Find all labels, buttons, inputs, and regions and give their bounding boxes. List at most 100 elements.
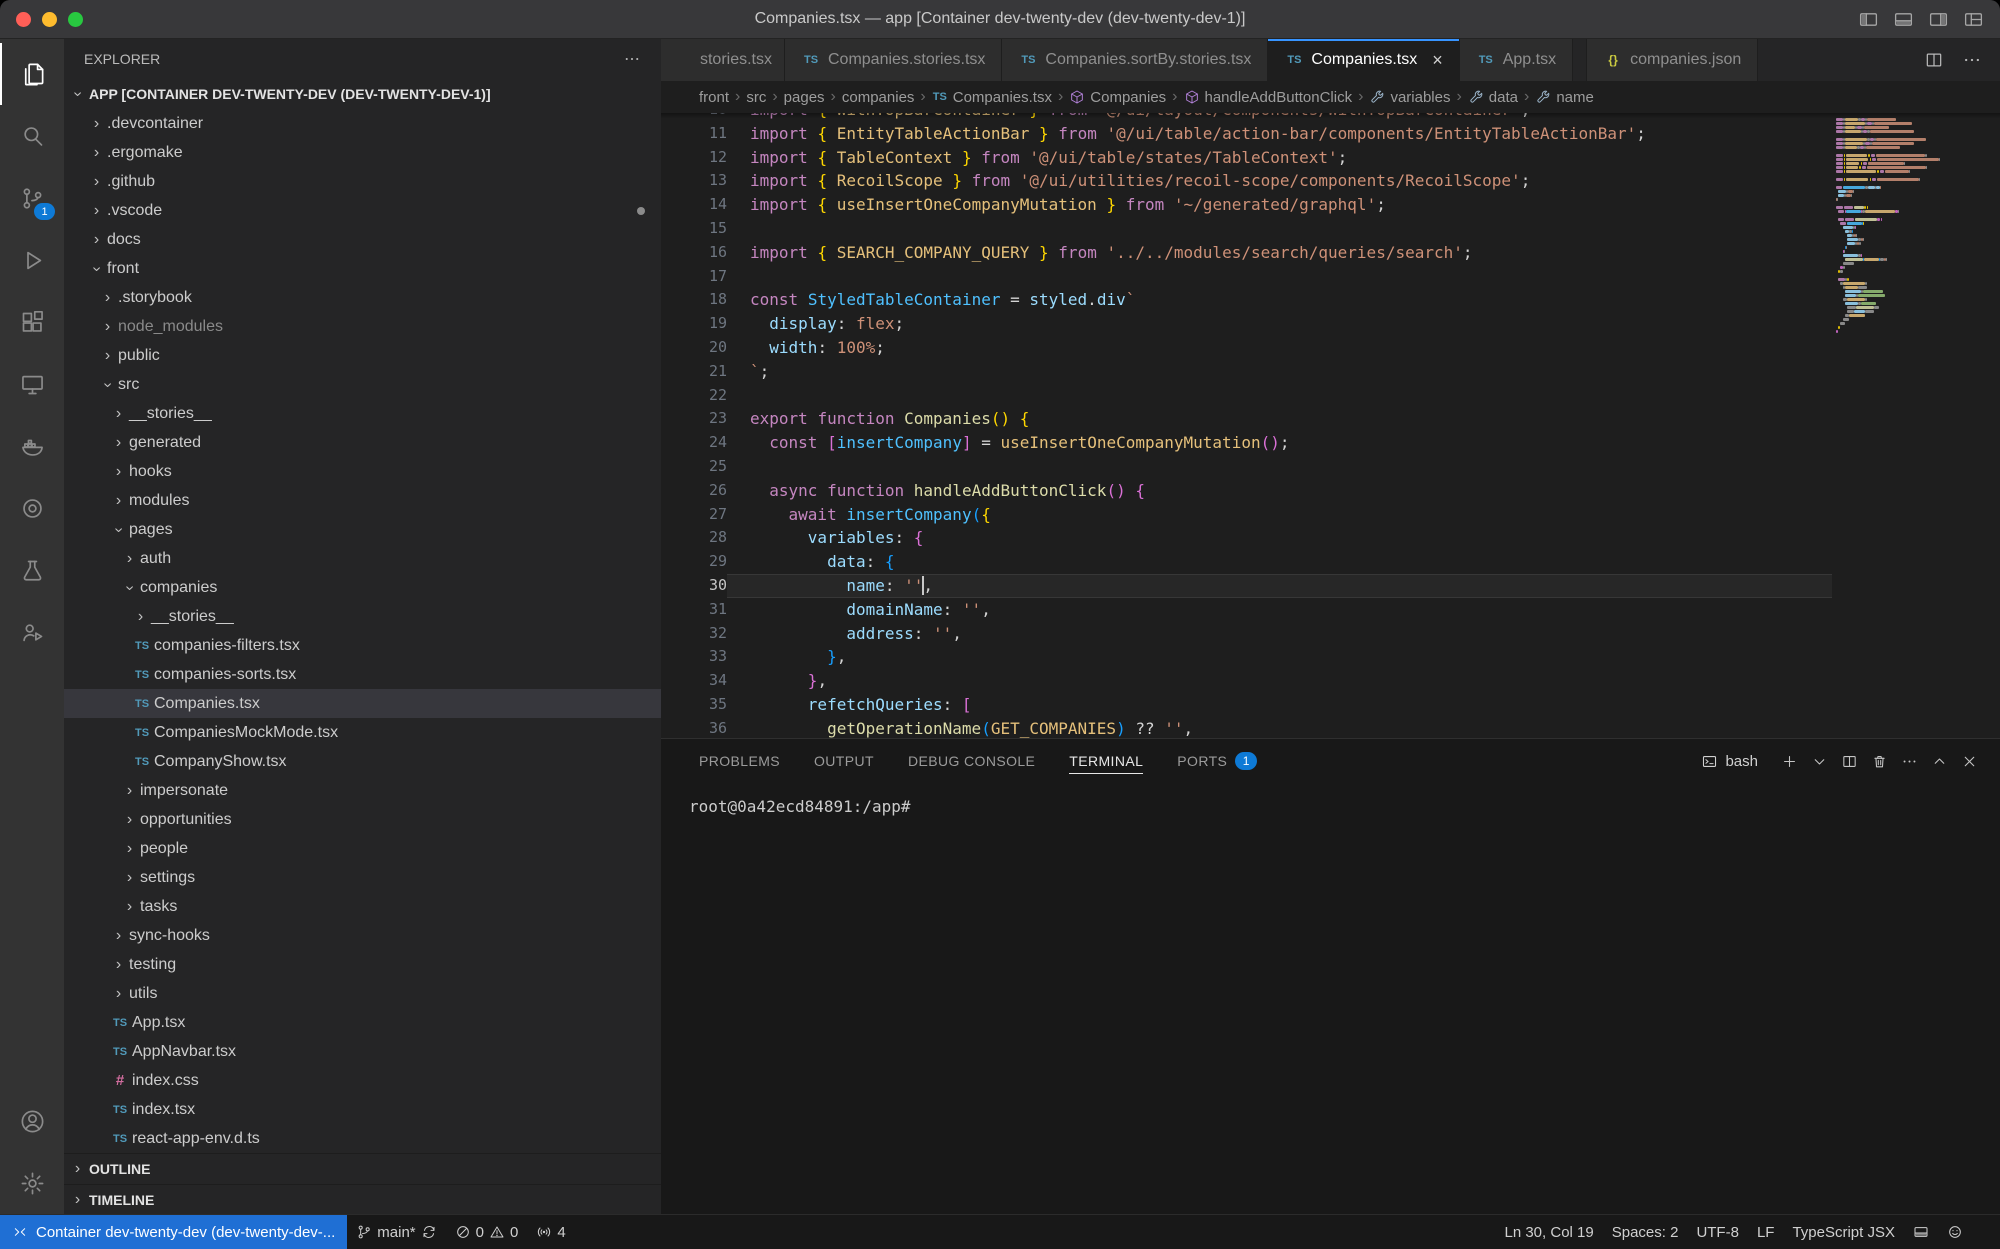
- maximize-panel-icon[interactable]: [1924, 746, 1954, 776]
- breadcrumb-item[interactable]: companies: [842, 89, 915, 106]
- tree-item[interactable]: ›front: [64, 254, 661, 283]
- tree-item[interactable]: ›.vscode: [64, 196, 661, 225]
- tree-item[interactable]: ›docs: [64, 225, 661, 254]
- close-icon[interactable]: ×: [1432, 51, 1443, 69]
- activity-accounts[interactable]: [0, 1090, 64, 1152]
- activity-live-share[interactable]: [0, 601, 64, 663]
- problems-status[interactable]: 0 0: [446, 1215, 528, 1249]
- eol-status[interactable]: LF: [1748, 1215, 1784, 1249]
- tab-Companies.stories.tsx[interactable]: TSCompanies.stories.tsx: [785, 39, 1002, 81]
- activity-settings[interactable]: [0, 1152, 64, 1214]
- terminal-content[interactable]: root@0a42ecd84891:/app#: [661, 783, 2000, 1214]
- tree-item[interactable]: ›companies: [64, 573, 661, 602]
- tree-item[interactable]: ›utils: [64, 979, 661, 1008]
- breadcrumb-item[interactable]: front: [699, 89, 729, 106]
- tab-companies.json[interactable]: {}companies.json: [1586, 39, 1758, 81]
- kill-terminal-icon[interactable]: [1864, 746, 1894, 776]
- tree-item[interactable]: ›settings: [64, 863, 661, 892]
- minimap[interactable]: [1836, 117, 1952, 333]
- ports-status[interactable]: 4: [527, 1215, 574, 1249]
- split-terminal-icon[interactable]: [1834, 746, 1864, 776]
- tree-item[interactable]: ›__stories__: [64, 399, 661, 428]
- explorer-more-actions-icon[interactable]: [623, 50, 641, 68]
- breadcrumb-item[interactable]: Companies: [1069, 89, 1166, 106]
- breadcrumb-item[interactable]: TSCompanies.tsx: [932, 89, 1052, 106]
- activity-search[interactable]: [0, 105, 64, 167]
- tab-Companies.tsx[interactable]: TSCompanies.tsx×: [1268, 39, 1459, 81]
- tree-item[interactable]: ›.devcontainer: [64, 109, 661, 138]
- activity-gitlens[interactable]: [0, 477, 64, 539]
- tree-item[interactable]: ›public: [64, 341, 661, 370]
- layout-status-icon[interactable]: [1904, 1215, 1938, 1249]
- tree-item[interactable]: ›generated: [64, 428, 661, 457]
- activity-source-control[interactable]: 1: [0, 167, 64, 229]
- activity-extensions[interactable]: [0, 291, 64, 353]
- outline-section-header[interactable]: › OUTLINE: [64, 1153, 661, 1184]
- close-panel-icon[interactable]: [1954, 746, 1984, 776]
- activity-explorer[interactable]: [0, 43, 64, 105]
- notifications-bell-icon[interactable]: [1972, 1215, 1990, 1249]
- layout-panel-icon[interactable]: [1893, 9, 1914, 30]
- tree-item[interactable]: ›opportunities: [64, 805, 661, 834]
- cursor-position-status[interactable]: Ln 30, Col 19: [1495, 1215, 1602, 1249]
- language-mode-status[interactable]: TypeScript JSX: [1783, 1215, 1904, 1249]
- indentation-status[interactable]: Spaces: 2: [1603, 1215, 1688, 1249]
- timeline-section-header[interactable]: › TIMELINE: [64, 1184, 661, 1214]
- tree-item[interactable]: ›modules: [64, 486, 661, 515]
- tree-item[interactable]: ›people: [64, 834, 661, 863]
- activity-docker[interactable]: [0, 415, 64, 477]
- zoom-window-button[interactable]: [68, 12, 83, 27]
- tree-item[interactable]: TScompanies-filters.tsx: [64, 631, 661, 660]
- tree-item[interactable]: TSCompanies.tsx: [64, 689, 661, 718]
- activity-run-and-debug[interactable]: [0, 229, 64, 291]
- breadcrumb-item[interactable]: handleAddButtonClick: [1184, 89, 1353, 106]
- tab-stories.tsx[interactable]: stories.tsx: [661, 39, 785, 81]
- tree-item[interactable]: TSCompanyShow.tsx: [64, 747, 661, 776]
- tree-item[interactable]: TSApp.tsx: [64, 1008, 661, 1037]
- panel-tab-ports[interactable]: PORTS1: [1177, 739, 1257, 783]
- panel-tab-output[interactable]: OUTPUT: [814, 739, 874, 783]
- tree-item[interactable]: #index.css: [64, 1066, 661, 1095]
- more-actions-icon[interactable]: [1894, 746, 1924, 776]
- breadcrumb-item[interactable]: name: [1535, 89, 1594, 106]
- tree-item[interactable]: ›pages: [64, 515, 661, 544]
- layout-sidebar-right-icon[interactable]: [1928, 9, 1949, 30]
- breadcrumb-item[interactable]: data: [1468, 89, 1518, 106]
- tree-item[interactable]: ›impersonate: [64, 776, 661, 805]
- tree-item[interactable]: ›.github: [64, 167, 661, 196]
- tree-item[interactable]: ›sync-hooks: [64, 921, 661, 950]
- panel-tab-debug-console[interactable]: DEBUG CONSOLE: [908, 739, 1035, 783]
- breadcrumb-item[interactable]: pages: [784, 89, 825, 106]
- tree-item[interactable]: TScompanies-sorts.tsx: [64, 660, 661, 689]
- terminal-shell-selector[interactable]: bash: [1701, 753, 1758, 770]
- tree-item[interactable]: TSCompaniesMockMode.tsx: [64, 718, 661, 747]
- more-actions-icon[interactable]: [1962, 50, 1982, 70]
- panel-tab-terminal[interactable]: TERMINAL: [1069, 739, 1143, 783]
- tree-item[interactable]: ›node_modules: [64, 312, 661, 341]
- encoding-status[interactable]: UTF-8: [1687, 1215, 1748, 1249]
- layout-customize-icon[interactable]: [1963, 9, 1984, 30]
- remote-indicator[interactable]: Container dev-twenty-dev (dev-twenty-dev…: [0, 1215, 347, 1249]
- tree-item[interactable]: ›auth: [64, 544, 661, 573]
- minimize-window-button[interactable]: [42, 12, 57, 27]
- tree-item[interactable]: TSAppNavbar.tsx: [64, 1037, 661, 1066]
- code-editor[interactable]: 10import { WithTopBarContainer } from '@…: [661, 113, 2000, 738]
- tree-item[interactable]: ›src: [64, 370, 661, 399]
- breadcrumb-item[interactable]: src: [746, 89, 766, 106]
- tree-item[interactable]: ›hooks: [64, 457, 661, 486]
- activity-testing[interactable]: [0, 539, 64, 601]
- panel-tab-problems[interactable]: PROBLEMS: [699, 739, 780, 783]
- tab-App.tsx[interactable]: TSApp.tsx: [1460, 39, 1573, 81]
- project-section-header[interactable]: › APP [CONTAINER DEV-TWENTY-DEV (DEV-TWE…: [64, 79, 661, 109]
- git-branch-status[interactable]: main*: [347, 1215, 445, 1249]
- tree-item[interactable]: ›.ergomake: [64, 138, 661, 167]
- tree-item[interactable]: ›testing: [64, 950, 661, 979]
- tree-item[interactable]: ›tasks: [64, 892, 661, 921]
- new-terminal-icon[interactable]: [1774, 746, 1804, 776]
- split-editor-icon[interactable]: [1924, 50, 1944, 70]
- tree-item[interactable]: ›__stories__: [64, 602, 661, 631]
- breadcrumb-item[interactable]: variables: [1369, 89, 1450, 106]
- layout-sidebar-left-icon[interactable]: [1858, 9, 1879, 30]
- activity-remote-explorer[interactable]: [0, 353, 64, 415]
- tree-item[interactable]: ›.storybook: [64, 283, 661, 312]
